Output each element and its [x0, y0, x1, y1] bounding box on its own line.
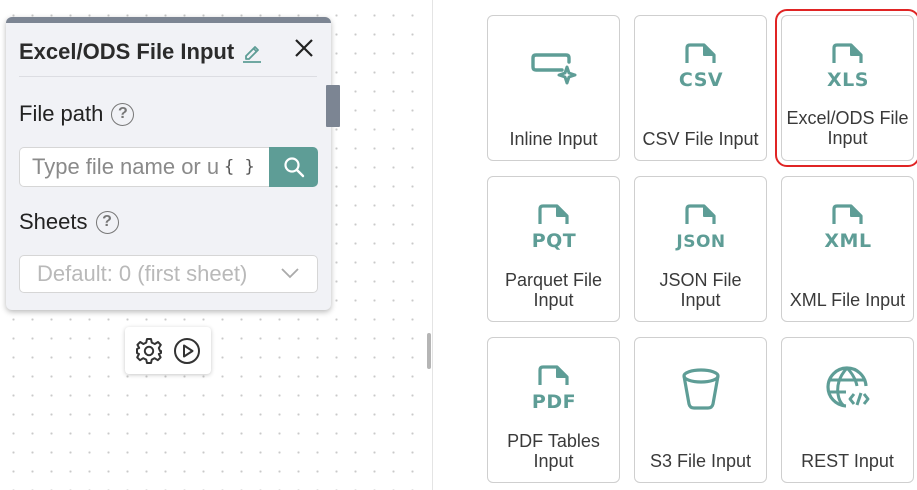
sheets-select-value: Default: 0 (first sheet) [37, 261, 248, 286]
file-type-badge: CSV [679, 69, 723, 91]
csv-file-icon: CSV [679, 43, 723, 91]
tile-csv-file-input[interactable]: CSV CSV File Input [634, 15, 767, 161]
close-icon[interactable] [293, 37, 315, 59]
file-path-label: File path [19, 101, 104, 126]
tile-label: Excel/ODS File Input [786, 108, 909, 148]
file-type-badge: PDF [532, 391, 576, 413]
tile-label: REST Input [801, 451, 894, 471]
edit-icon[interactable] [242, 41, 262, 63]
file-path-input[interactable] [20, 149, 222, 185]
resize-handle[interactable] [427, 333, 431, 369]
tile-rest-input[interactable]: REST Input [781, 337, 914, 483]
search-icon [283, 157, 304, 178]
tile-inline-input[interactable]: Inline Input [487, 15, 620, 161]
variable-braces-icon[interactable]: { } [224, 157, 255, 177]
tile-json-file-input[interactable]: JSON JSON File Input [634, 176, 767, 322]
chevron-down-icon [281, 268, 299, 279]
node-header: Excel/ODS File Input [19, 37, 317, 77]
globe-code-icon [826, 366, 870, 408]
tile-label: S3 File Input [649, 451, 752, 471]
tile-parquet-file-input[interactable]: PQT Parquet File Input [487, 176, 620, 322]
pdf-file-icon: PDF [532, 365, 576, 413]
xls-file-icon: XLS [827, 43, 869, 91]
xml-file-icon: XML [824, 204, 871, 252]
tile-xml-file-input[interactable]: XML XML File Input [781, 176, 914, 322]
pqt-file-icon: PQT [532, 204, 577, 252]
file-type-badge: JSON [675, 232, 725, 252]
file-path-label-row: File path ? [19, 101, 135, 127]
bucket-icon [682, 368, 720, 410]
help-icon[interactable]: ? [111, 102, 135, 126]
tile-label: PDF Tables Input [507, 431, 600, 471]
tile-s3-file-input[interactable]: S3 File Input [634, 337, 767, 483]
file-type-badge: XML [824, 230, 871, 252]
gear-icon[interactable] [135, 337, 163, 365]
tile-label: CSV File Input [642, 129, 759, 149]
tile-pdf-tables-input[interactable]: PDF PDF Tables Input [487, 337, 620, 483]
tile-label: Parquet File Input [504, 270, 603, 310]
scrollbar-thumb[interactable] [326, 85, 340, 127]
tile-excel-ods-file-input[interactable]: XLS Excel/ODS File Input [775, 9, 917, 167]
app-root: Excel/ODS File Input File path ? { } [0, 0, 917, 490]
sheets-label: Sheets [19, 209, 88, 234]
sheets-select[interactable]: Default: 0 (first sheet) [19, 255, 318, 293]
node-toolbar [125, 327, 211, 374]
json-file-icon: JSON [675, 204, 725, 252]
excel-input-node[interactable]: Excel/ODS File Input File path ? { } [6, 17, 340, 310]
tile-label: Inline Input [509, 129, 598, 149]
tile-label: JSON File Input [659, 270, 742, 310]
panel-divider [432, 0, 433, 490]
sheets-label-row: Sheets ? [19, 209, 119, 235]
tile-label: XML File Input [789, 290, 906, 310]
file-type-badge: XLS [827, 69, 869, 91]
file-type-badge: PQT [532, 230, 577, 252]
file-path-field: { } [19, 147, 269, 187]
browse-file-button[interactable] [269, 147, 318, 187]
help-icon[interactable]: ? [95, 210, 119, 234]
play-icon[interactable] [173, 337, 201, 365]
node-title: Excel/ODS File Input [19, 39, 235, 64]
inline-input-icon [531, 53, 577, 85]
